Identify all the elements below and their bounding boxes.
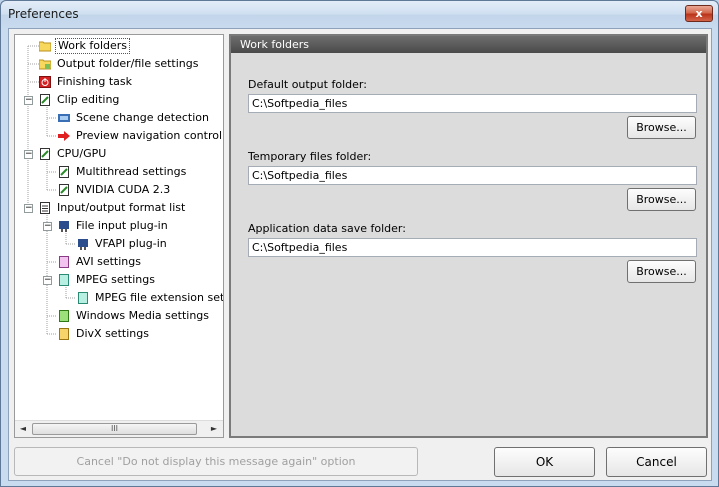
mpeg-file-icon	[77, 292, 89, 304]
expander-cpu-gpu[interactable]: −	[24, 150, 33, 159]
folder-settings-icon	[38, 58, 52, 70]
expander-mpeg-settings[interactable]: −	[43, 276, 52, 285]
tree-viewport: − − − − − Work folders Output folder/fil…	[15, 35, 223, 420]
tree-item-clip-editing[interactable]: Clip editing	[39, 92, 121, 108]
edit-document-icon	[39, 94, 51, 106]
ok-button[interactable]: OK	[494, 447, 595, 477]
tree-horizontal-scrollbar[interactable]: ◄ III ►	[15, 420, 223, 437]
tree-item-mpeg-file-extension-setting[interactable]: MPEG file extension setting	[77, 290, 223, 306]
tree-item-work-folders[interactable]: Work folders	[38, 38, 131, 54]
tree-item-input-output-format-list[interactable]: Input/output format list	[39, 200, 187, 216]
settings-tree: − − − − − Work folders Output folder/fil…	[14, 34, 224, 438]
tree-item-file-input-plugin[interactable]: File input plug-in	[58, 218, 170, 234]
mpeg-file-icon	[58, 274, 70, 286]
expander-format-list[interactable]: −	[24, 204, 33, 213]
close-button[interactable]: x	[685, 5, 713, 22]
default-output-folder-label: Default output folder:	[248, 78, 367, 91]
scroll-thumb[interactable]: III	[32, 423, 197, 435]
film-strip-icon	[58, 112, 70, 124]
browse-application-data-button[interactable]: Browse...	[627, 260, 696, 283]
title-bar[interactable]: Preferences x	[1, 1, 718, 28]
browse-default-output-button[interactable]: Browse...	[627, 116, 696, 139]
expander-clip-editing[interactable]: −	[24, 96, 33, 105]
divx-file-icon	[58, 328, 70, 340]
temporary-files-folder-label: Temporary files folder:	[248, 150, 372, 163]
settings-page: Work folders Default output folder: C:\S…	[229, 34, 708, 438]
edit-document-icon	[58, 166, 70, 178]
scroll-grip-icon: III	[110, 424, 119, 433]
cancel-do-not-display-option-button[interactable]: Cancel "Do not display this message agai…	[14, 447, 418, 476]
scroll-right-arrow-icon[interactable]: ►	[208, 423, 220, 435]
edit-document-icon	[39, 148, 51, 160]
tree-item-nvidia-cuda[interactable]: NVIDIA CUDA 2.3	[58, 182, 172, 198]
scroll-left-arrow-icon[interactable]: ◄	[17, 423, 29, 435]
browse-temporary-files-button[interactable]: Browse...	[627, 188, 696, 211]
temporary-files-folder-input[interactable]: C:\Softpedia_files	[248, 166, 697, 185]
power-icon	[39, 76, 51, 88]
avi-file-icon	[58, 256, 70, 268]
tree-item-output-folder-file-settings[interactable]: Output folder/file settings	[38, 56, 200, 72]
application-data-folder-input[interactable]: C:\Softpedia_files	[248, 238, 697, 257]
tree-item-preview-navigation-control[interactable]: Preview navigation control	[58, 128, 223, 144]
edit-document-icon	[58, 184, 70, 196]
list-icon	[39, 202, 51, 214]
tree-item-mpeg-settings[interactable]: MPEG settings	[58, 272, 157, 288]
application-data-folder-label: Application data save folder:	[248, 222, 406, 235]
page-title: Work folders	[231, 36, 706, 53]
tree-item-avi-settings[interactable]: AVI settings	[58, 254, 143, 270]
wmv-file-icon	[58, 310, 70, 322]
dialog-body: − − − − − Work folders Output folder/fil…	[8, 28, 712, 481]
close-icon: x	[695, 7, 703, 20]
red-arrow-icon	[58, 130, 70, 142]
tree-item-scene-change-detection[interactable]: Scene change detection	[58, 110, 211, 126]
window-title: Preferences	[8, 7, 79, 21]
tree-item-divx-settings[interactable]: DivX settings	[58, 326, 151, 342]
tree-item-finishing-task[interactable]: Finishing task	[39, 74, 134, 90]
plugin-icon	[77, 238, 89, 250]
cancel-button[interactable]: Cancel	[606, 447, 707, 477]
tree-item-windows-media-settings[interactable]: Windows Media settings	[58, 308, 211, 324]
tree-item-vfapi-plugin[interactable]: VFAPI plug-in	[77, 236, 169, 252]
tree-item-multithread-settings[interactable]: Multithread settings	[58, 164, 188, 180]
expander-file-input-plugin[interactable]: −	[43, 222, 52, 231]
preferences-window: Preferences x − − − − − Work folders Out…	[0, 0, 719, 487]
plugin-icon	[58, 220, 70, 232]
tree-item-cpu-gpu[interactable]: CPU/GPU	[39, 146, 108, 162]
default-output-folder-input[interactable]: C:\Softpedia_files	[248, 94, 697, 113]
folder-icon	[38, 40, 52, 52]
